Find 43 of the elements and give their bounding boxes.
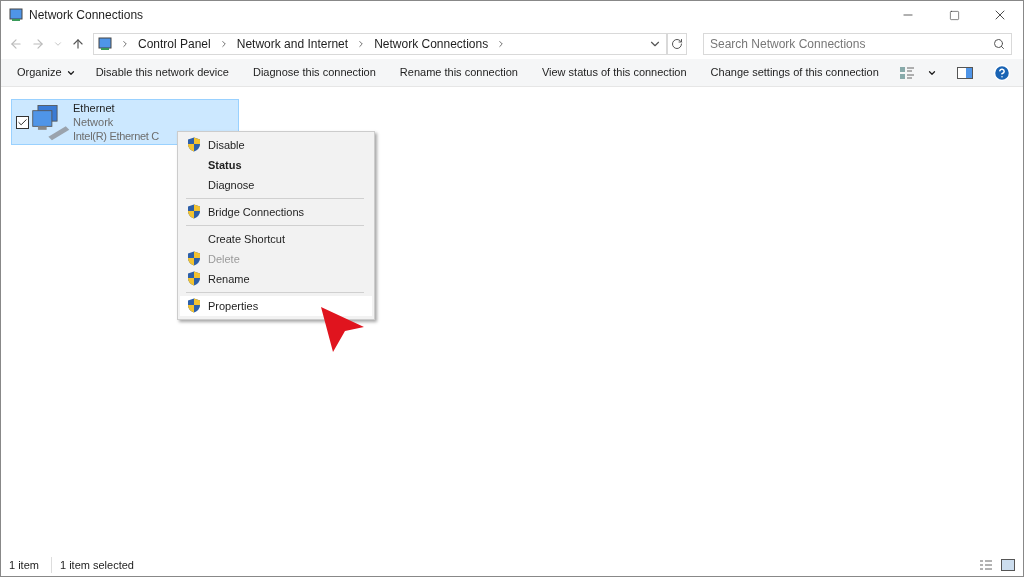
- shield-icon: [187, 204, 201, 219]
- shield-icon: [187, 251, 201, 266]
- breadcrumb-item[interactable]: Control Panel: [138, 35, 211, 53]
- refresh-button[interactable]: [667, 33, 687, 55]
- item-status: Network: [73, 115, 115, 129]
- shield-icon: [187, 271, 201, 286]
- toolbar-button[interactable]: Rename this connection: [387, 59, 530, 86]
- item-count: 1 item: [9, 557, 39, 573]
- toolbar-button[interactable]: Disable this network device: [83, 59, 241, 86]
- breadcrumb-item[interactable]: Network Connections: [374, 35, 489, 53]
- window-icon: [9, 8, 23, 22]
- up-icon[interactable]: [71, 37, 85, 51]
- menu-item[interactable]: Diagnose: [180, 175, 372, 195]
- refresh-icon: [671, 38, 683, 50]
- toolbar-button[interactable]: Diagnose this connection: [240, 59, 388, 86]
- computer-network-icon: [31, 103, 71, 141]
- shield-icon: [187, 298, 201, 313]
- maximize-icon: [948, 9, 960, 21]
- search-field[interactable]: Search Network Connections: [703, 33, 1012, 55]
- organize-button[interactable]: Organize: [9, 59, 84, 86]
- menu-item[interactable]: Properties: [180, 296, 372, 316]
- breadcrumb-separator-icon: [120, 39, 130, 49]
- large-icons-view-icon[interactable]: [1001, 559, 1015, 571]
- search-icon: [993, 38, 1005, 50]
- search-input[interactable]: Search Network Connections: [710, 35, 993, 53]
- preview-pane-icon[interactable]: [957, 66, 973, 79]
- menu-item[interactable]: Status: [180, 155, 372, 175]
- selection-count: 1 item selected: [50, 556, 134, 574]
- control-panel-icon: [98, 37, 112, 51]
- toolbar-button[interactable]: View status of this connection: [529, 59, 699, 86]
- shield-icon: [187, 137, 201, 152]
- item-checkbox[interactable]: [16, 115, 29, 129]
- breadcrumb-item[interactable]: Network and Internet: [236, 35, 349, 53]
- help-icon[interactable]: [993, 63, 1011, 82]
- menu-item[interactable]: Rename: [180, 269, 372, 289]
- item-name: Ethernet: [73, 101, 116, 115]
- item-device: Intel(R) Ethernet C: [73, 129, 159, 143]
- menu-item[interactable]: Create Shortcut: [180, 229, 372, 249]
- address-bar[interactable]: Control Panel Network and Internet Network Connections: [93, 33, 667, 55]
- window-title: Network Connections: [29, 7, 144, 24]
- toolbar-button[interactable]: Change settings of this connection: [698, 59, 891, 86]
- menu-item[interactable]: Bridge Connections: [180, 202, 372, 222]
- pointer-arrow-icon: [319, 305, 365, 353]
